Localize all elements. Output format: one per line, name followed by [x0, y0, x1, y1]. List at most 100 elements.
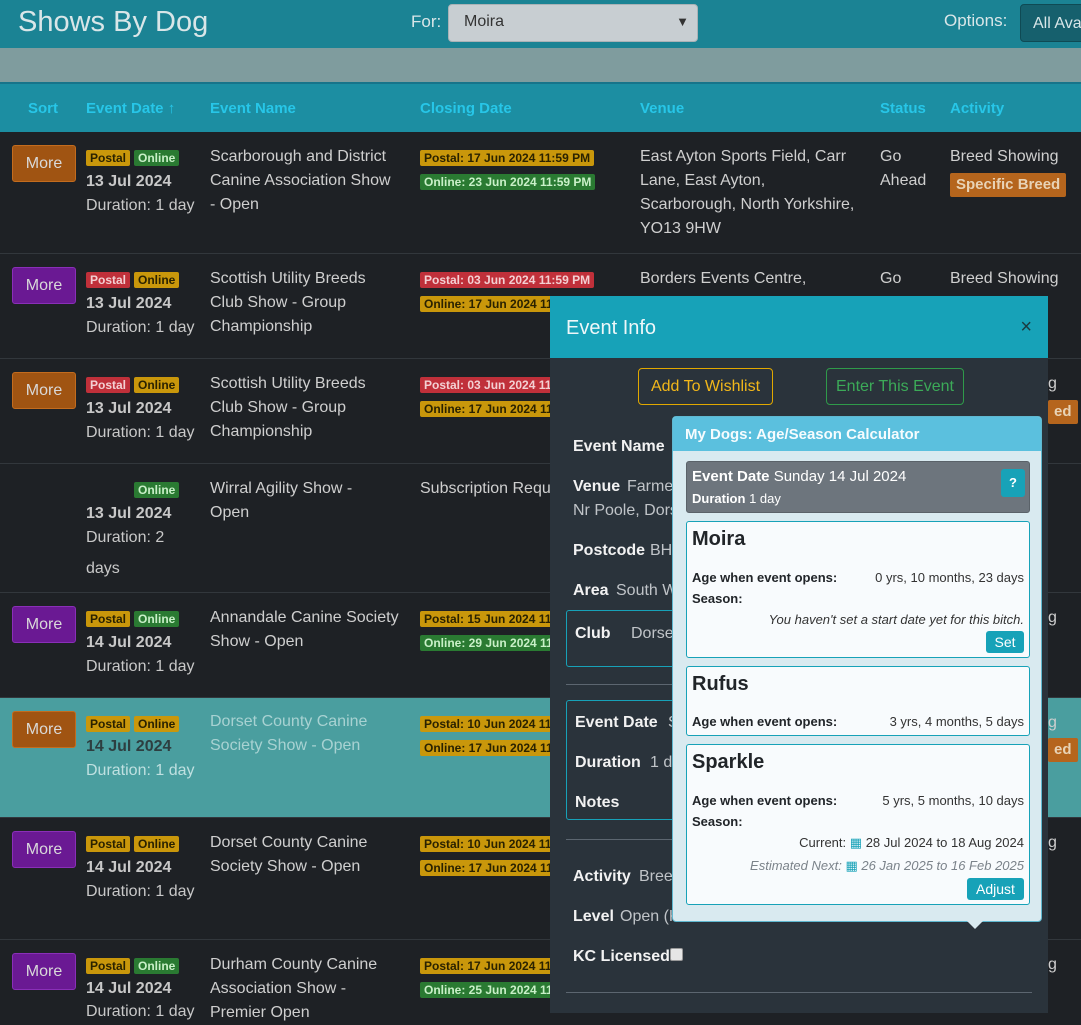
col-activity[interactable]: Activity	[950, 100, 1004, 117]
for-label: For:	[411, 12, 442, 31]
enter-event-button[interactable]: Enter This Event	[826, 368, 964, 405]
col-event-date[interactable]: Event Date ↑	[86, 100, 175, 117]
event-activity: g	[1048, 834, 1057, 851]
season-label: Season:	[692, 591, 743, 606]
current-season-label: Current:	[799, 835, 847, 850]
event-duration: Duration: 1 day	[86, 762, 195, 779]
kc-licensed-label: KC Licensed	[573, 948, 670, 965]
age-value: 3 yrs, 4 months, 5 days	[889, 714, 1024, 729]
venue-value: Farme	[627, 478, 674, 495]
dog-select[interactable]: Moira ▼	[448, 4, 698, 42]
divider	[566, 684, 676, 685]
age-label: Age when event opens:	[692, 793, 838, 808]
col-status[interactable]: Status	[880, 100, 926, 117]
more-button[interactable]: More	[12, 606, 76, 643]
current-season: Current: ▦ 28 Jul 2024 to 18 Aug 2024	[799, 835, 1024, 851]
event-duration: Duration: 2	[86, 529, 165, 546]
close-icon[interactable]: ×	[1020, 316, 1032, 339]
event-date-label: Event Date	[575, 714, 658, 731]
event-date: 14 Jul 2024	[86, 980, 172, 997]
event-duration-cont: days	[86, 560, 120, 577]
options-select[interactable]: All Ava	[1020, 4, 1081, 42]
event-name: Annandale Canine Society Show - Open	[210, 609, 399, 650]
event-name: Wirral Agility Show - Open	[210, 480, 353, 521]
col-event-name[interactable]: Event Name	[210, 100, 296, 117]
event-date: 14 Jul 2024	[86, 738, 172, 755]
more-button[interactable]: More	[12, 953, 76, 990]
event-name: Dorset County Canine Society Show - Open	[210, 713, 368, 754]
add-to-wishlist-button[interactable]: Add To Wishlist	[638, 368, 773, 405]
popover-title: My Dogs: Age/Season Calculator	[685, 426, 920, 443]
more-button[interactable]: More	[12, 831, 76, 868]
next-season-value: 26 Jan 2025 to 16 Feb 2025	[861, 858, 1024, 873]
postcode-label: Postcode	[573, 542, 646, 559]
dog-card-sparkle: Sparkle Age when event opens: 5 yrs, 5 m…	[686, 744, 1030, 905]
venue-value-cont: Nr Poole, Dors	[573, 502, 678, 519]
event-date: 13 Jul 2024	[86, 173, 172, 190]
event-date-label: Event Date	[692, 468, 770, 485]
online-badge: Online	[134, 836, 180, 852]
specific-breed-badge: Specific Breed	[950, 173, 1067, 197]
postal-closing-badge: Postal: 17 Jun 2024 11:59 PM	[420, 150, 595, 166]
popover-arrow	[967, 921, 983, 929]
event-date-line: Event Date Sunday 14 Jul 2024	[692, 468, 906, 485]
dog-select-value: Moira	[464, 13, 505, 30]
online-badge: Online	[134, 482, 180, 498]
set-season-button[interactable]: Set	[986, 631, 1024, 653]
season-note: You haven't set a start date yet for thi…	[768, 612, 1024, 627]
event-status: Go	[880, 270, 902, 287]
event-duration: Duration: 1 day	[86, 424, 195, 441]
col-venue[interactable]: Venue	[640, 100, 684, 117]
event-activity: g	[1048, 375, 1057, 392]
next-season-label: Estimated Next:	[750, 858, 842, 873]
calendar-icon[interactable]: ▦	[845, 858, 857, 873]
more-button[interactable]: More	[12, 267, 76, 304]
event-date: 13 Jul 2024	[86, 505, 172, 522]
online-badge: Online	[134, 958, 180, 974]
event-name-label: Event Name	[573, 438, 665, 455]
dog-name: Moira	[692, 528, 746, 550]
table-row: More Postal Online 13 Jul 2024 Duration:…	[0, 132, 1081, 254]
event-name: Dorset County Canine Society Show - Open	[210, 834, 368, 875]
specific-breed-badge: ed	[1048, 738, 1078, 762]
event-duration-line: Duration 1 day	[692, 491, 781, 506]
level-value: Open (K	[620, 908, 680, 925]
venue-label: Venue	[573, 478, 621, 495]
adjust-season-button[interactable]: Adjust	[967, 878, 1024, 900]
age-label: Age when event opens:	[692, 714, 838, 729]
event-activity: Breed Showing	[950, 270, 1059, 287]
more-button[interactable]: More	[12, 372, 76, 409]
age-value: 0 yrs, 10 months, 23 days	[875, 570, 1024, 585]
event-date: 13 Jul 2024	[86, 400, 172, 417]
calendar-icon[interactable]: ▦	[850, 835, 862, 850]
event-duration: Duration: 1 day	[86, 1003, 195, 1020]
online-badge: Online	[134, 611, 180, 627]
age-label: Age when event opens:	[692, 570, 838, 585]
page-title: Shows By Dog	[18, 6, 209, 38]
event-date: 14 Jul 2024	[86, 859, 172, 876]
more-button[interactable]: More	[12, 145, 76, 182]
modal-title: Event Info	[566, 317, 657, 339]
col-sort[interactable]: Sort	[28, 100, 58, 117]
kc-licensed-checkbox[interactable]	[670, 948, 683, 961]
popover-header: My Dogs: Age/Season Calculator	[673, 417, 1041, 451]
event-venue: East Ayton Sports Field, Carr Lane, East …	[640, 148, 855, 237]
club-value: Dorse	[631, 625, 674, 642]
col-closing-date[interactable]: Closing Date	[420, 100, 512, 117]
event-date: 14 Jul 2024	[86, 634, 172, 651]
event-duration: Duration: 1 day	[86, 197, 195, 214]
event-date: 13 Jul 2024	[86, 295, 172, 312]
postal-badge: Postal	[86, 377, 131, 393]
help-button[interactable]: ?	[1001, 469, 1025, 497]
event-activity: g	[1048, 609, 1057, 626]
activity-value: Bree	[639, 868, 673, 885]
postal-badge: Postal	[86, 272, 131, 288]
online-badge: Online	[134, 272, 180, 288]
event-activity: g	[1048, 956, 1057, 973]
chevron-down-icon: ▼	[676, 14, 689, 29]
online-badge: Online	[134, 716, 180, 732]
postal-badge: Postal	[86, 836, 131, 852]
season-label: Season:	[692, 814, 743, 829]
notes-label: Notes	[575, 794, 620, 811]
more-button[interactable]: More	[12, 711, 76, 748]
